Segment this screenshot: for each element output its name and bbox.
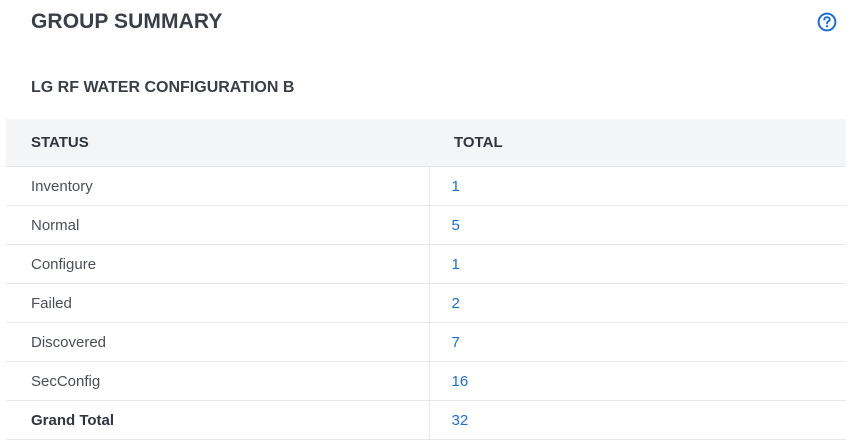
help-icon[interactable] — [817, 12, 837, 32]
column-header-total[interactable]: TOTAL — [429, 119, 846, 167]
grand-total-row: Grand Total 32 — [6, 400, 846, 440]
total-link[interactable]: 1 — [452, 178, 460, 195]
column-header-status[interactable]: STATUS — [6, 119, 429, 167]
status-cell: Configure — [6, 244, 430, 284]
total-link[interactable]: 7 — [452, 334, 460, 351]
table-row: Normal 5 — [6, 205, 846, 245]
table-row: Failed 2 — [6, 283, 846, 323]
table-row: Inventory 1 — [6, 166, 846, 206]
page-title: GROUP SUMMARY — [31, 10, 223, 33]
status-cell: Failed — [6, 283, 430, 323]
status-cell: Normal — [6, 205, 430, 245]
group-name: LG RF WATER CONFIGURATION B — [31, 79, 295, 96]
total-link[interactable]: 2 — [452, 295, 460, 312]
total-link[interactable]: 1 — [452, 256, 460, 273]
total-link[interactable]: 16 — [452, 373, 469, 390]
table-row: Configure 1 — [6, 244, 846, 284]
grand-total-link[interactable]: 32 — [452, 412, 469, 429]
table-row: SecConfig 16 — [6, 361, 846, 401]
status-cell: Inventory — [6, 166, 430, 206]
status-cell: Discovered — [6, 322, 430, 362]
status-cell: SecConfig — [6, 361, 430, 401]
page-header: GROUP SUMMARY — [31, 6, 837, 38]
table-header-row: STATUS TOTAL — [6, 119, 846, 167]
total-link[interactable]: 5 — [452, 217, 460, 234]
table-row: Discovered 7 — [6, 322, 846, 362]
grand-total-label: Grand Total — [6, 400, 430, 440]
status-summary-table: STATUS TOTAL Inventory 1 Normal 5 Config… — [6, 119, 846, 440]
